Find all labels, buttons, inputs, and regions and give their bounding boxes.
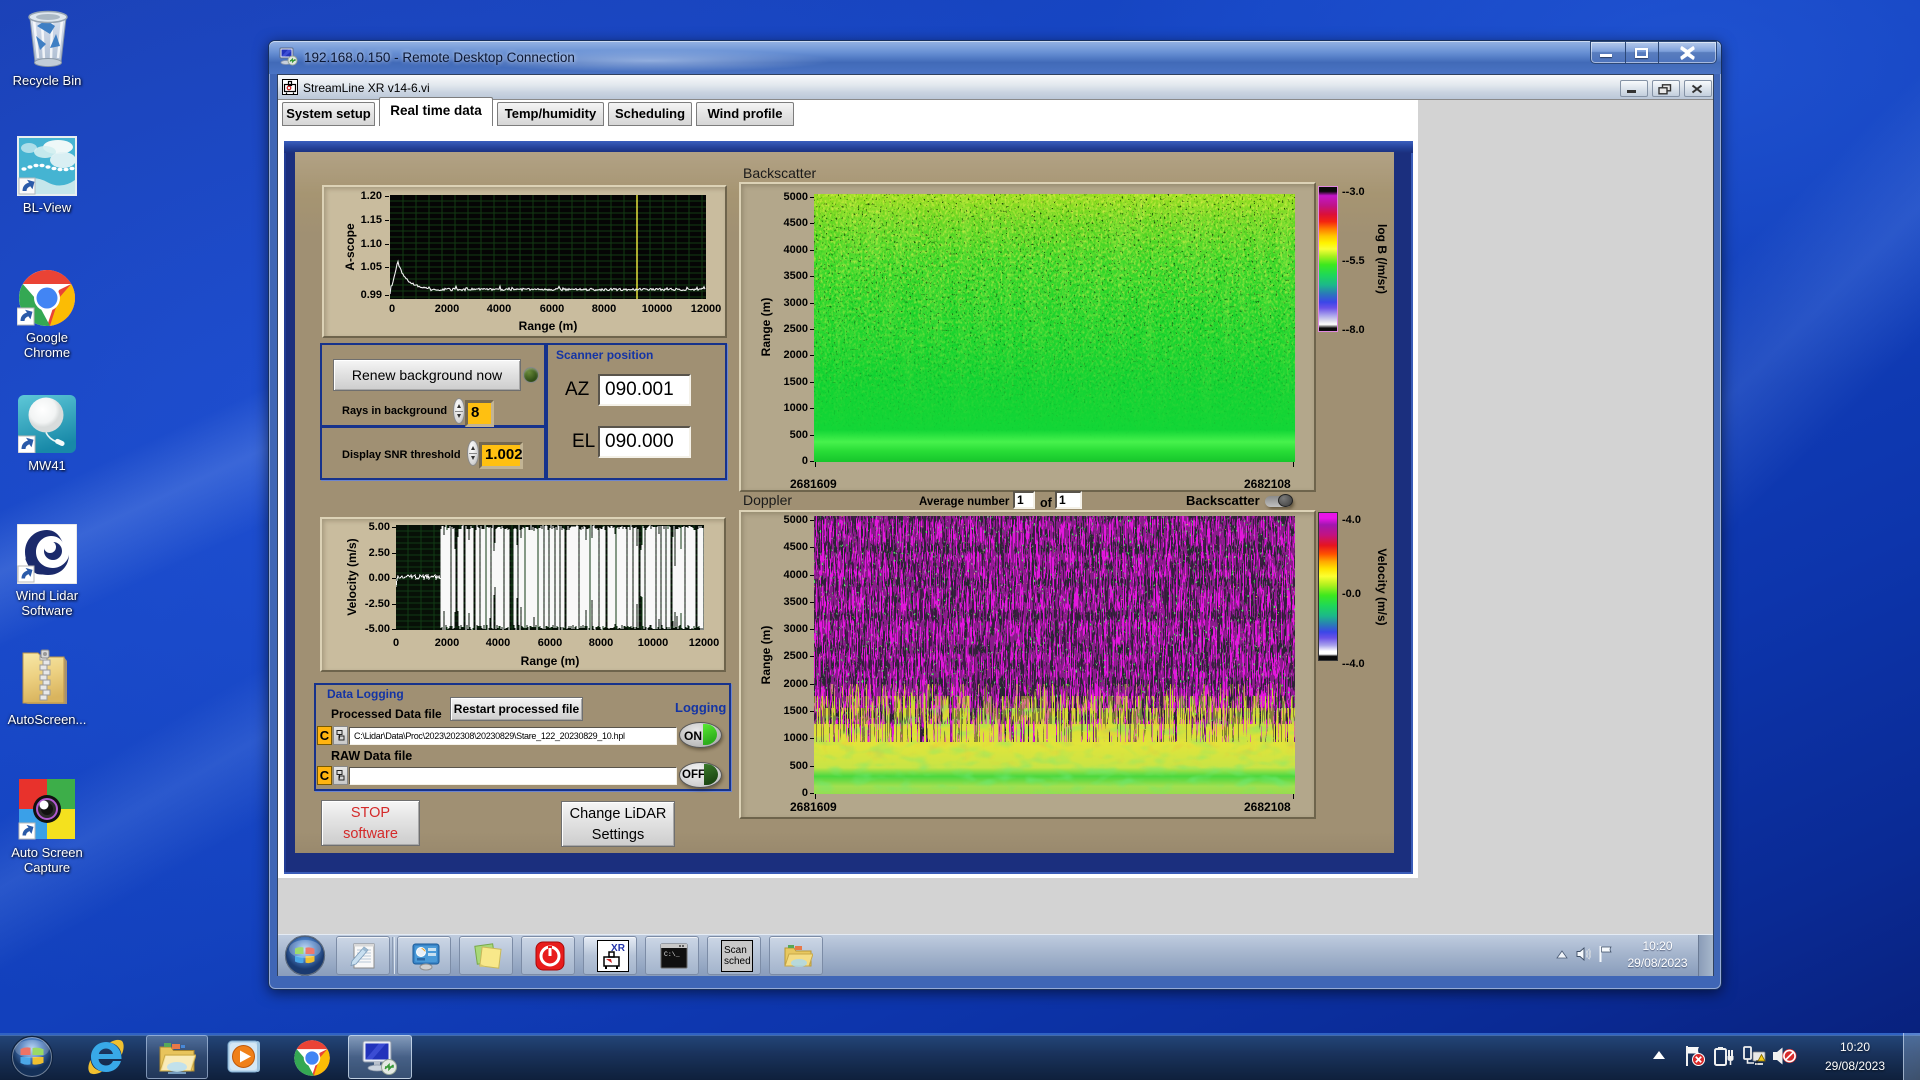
svg-text:!: ! (1756, 1061, 1758, 1067)
svg-text:Scan: Scan (724, 945, 747, 956)
svg-text:sched: sched (724, 956, 751, 967)
svg-text:C:\_: C:\_ (664, 951, 680, 958)
